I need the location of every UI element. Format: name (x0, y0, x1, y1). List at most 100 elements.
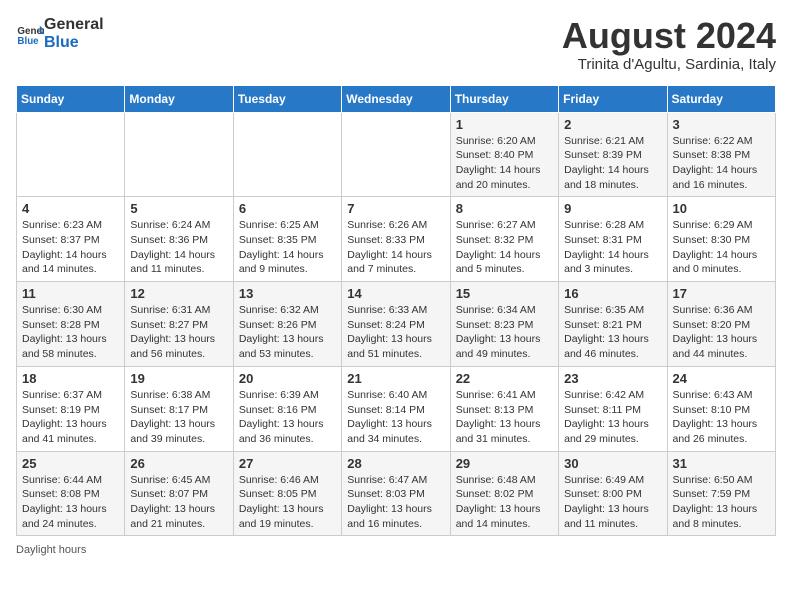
calendar-cell: 12 Sunrise: 6:31 AMSunset: 8:27 PMDayligh… (125, 282, 233, 367)
day-number: 5 (130, 201, 227, 216)
day-info: Sunrise: 6:32 AMSunset: 8:26 PMDaylight:… (239, 303, 336, 362)
day-number: 25 (22, 456, 119, 471)
calendar-cell: 8 Sunrise: 6:27 AMSunset: 8:32 PMDaylight… (450, 197, 558, 282)
calendar-week-row: 25 Sunrise: 6:44 AMSunset: 8:08 PMDayligh… (17, 451, 776, 536)
logo: General Blue General Blue (16, 16, 104, 51)
day-info: Sunrise: 6:33 AMSunset: 8:24 PMDaylight:… (347, 303, 444, 362)
calendar-cell: 24 Sunrise: 6:43 AMSunset: 8:10 PMDayligh… (667, 366, 775, 451)
calendar-subtitle: Trinita d'Agultu, Sardinia, Italy (562, 56, 776, 73)
calendar-cell: 26 Sunrise: 6:45 AMSunset: 8:07 PMDayligh… (125, 451, 233, 536)
calendar-cell (342, 112, 450, 197)
calendar-cell: 31 Sunrise: 6:50 AMSunset: 7:59 PMDayligh… (667, 451, 775, 536)
day-number: 10 (673, 201, 770, 216)
day-info: Sunrise: 6:21 AMSunset: 8:39 PMDaylight:… (564, 134, 661, 193)
calendar-cell: 21 Sunrise: 6:40 AMSunset: 8:14 PMDayligh… (342, 366, 450, 451)
day-info: Sunrise: 6:26 AMSunset: 8:33 PMDaylight:… (347, 218, 444, 277)
calendar-cell: 13Sunrise: 6:32 AMSunset: 8:26 PMDayligh… (233, 282, 341, 367)
day-info: Sunrise: 6:31 AMSunset: 8:27 PMDaylight:… (130, 303, 227, 362)
day-number: 23 (564, 371, 661, 386)
weekday-header-monday: Monday (125, 85, 233, 112)
daylight-label: Daylight hours (16, 544, 86, 556)
calendar-cell: 20Sunrise: 6:39 AMSunset: 8:16 PMDayligh… (233, 366, 341, 451)
calendar-week-row: 11 Sunrise: 6:30 AMSunset: 8:28 PMDayligh… (17, 282, 776, 367)
calendar-cell: 10 Sunrise: 6:29 AMSunset: 8:30 PMDayligh… (667, 197, 775, 282)
day-info: Sunrise: 6:50 AMSunset: 7:59 PMDaylight:… (673, 473, 770, 532)
day-number: 26 (130, 456, 227, 471)
day-info: Sunrise: 6:40 AMSunset: 8:14 PMDaylight:… (347, 388, 444, 447)
calendar-table: SundayMondayTuesdayWednesdayThursdayFrid… (16, 85, 776, 537)
day-info: Sunrise: 6:46 AMSunset: 8:05 PMDaylight:… (239, 473, 336, 532)
day-info: Sunrise: 6:20 AMSunset: 8:40 PMDaylight:… (456, 134, 553, 193)
day-info: Sunrise: 6:42 AMSunset: 8:11 PMDaylight:… (564, 388, 661, 447)
weekday-header-friday: Friday (559, 85, 667, 112)
day-number: 6 (239, 201, 336, 216)
svg-text:Blue: Blue (17, 35, 39, 46)
calendar-cell: 19Sunrise: 6:38 AMSunset: 8:17 PMDayligh… (125, 366, 233, 451)
day-info: Sunrise: 6:49 AMSunset: 8:00 PMDaylight:… (564, 473, 661, 532)
calendar-cell: 14 Sunrise: 6:33 AMSunset: 8:24 PMDayligh… (342, 282, 450, 367)
day-number: 29 (456, 456, 553, 471)
day-info: Sunrise: 6:34 AMSunset: 8:23 PMDaylight:… (456, 303, 553, 362)
day-number: 1 (456, 117, 553, 132)
calendar-cell: 7 Sunrise: 6:26 AMSunset: 8:33 PMDaylight… (342, 197, 450, 282)
day-info: Sunrise: 6:36 AMSunset: 8:20 PMDaylight:… (673, 303, 770, 362)
calendar-cell: 30 Sunrise: 6:49 AMSunset: 8:00 PMDayligh… (559, 451, 667, 536)
day-info: Sunrise: 6:43 AMSunset: 8:10 PMDaylight:… (673, 388, 770, 447)
weekday-header-row: SundayMondayTuesdayWednesdayThursdayFrid… (17, 85, 776, 112)
day-number: 17 (673, 286, 770, 301)
day-number: 22 (456, 371, 553, 386)
calendar-cell: 1 Sunrise: 6:20 AMSunset: 8:40 PMDaylight… (450, 112, 558, 197)
day-info: Sunrise: 6:45 AMSunset: 8:07 PMDaylight:… (130, 473, 227, 532)
day-info: Sunrise: 6:44 AMSunset: 8:08 PMDaylight:… (22, 473, 119, 532)
day-info: Sunrise: 6:27 AMSunset: 8:32 PMDaylight:… (456, 218, 553, 277)
calendar-cell: 27 Sunrise: 6:46 AMSunset: 8:05 PMDayligh… (233, 451, 341, 536)
day-number: 20 (239, 371, 336, 386)
day-info: Sunrise: 6:29 AMSunset: 8:30 PMDaylight:… (673, 218, 770, 277)
day-number: 7 (347, 201, 444, 216)
calendar-cell: 18Sunrise: 6:37 AMSunset: 8:19 PMDayligh… (17, 366, 125, 451)
calendar-week-row: 18Sunrise: 6:37 AMSunset: 8:19 PMDayligh… (17, 366, 776, 451)
day-number: 12 (130, 286, 227, 301)
day-info: Sunrise: 6:28 AMSunset: 8:31 PMDaylight:… (564, 218, 661, 277)
logo-line2: Blue (44, 34, 104, 52)
day-number: 2 (564, 117, 661, 132)
day-info: Sunrise: 6:47 AMSunset: 8:03 PMDaylight:… (347, 473, 444, 532)
day-number: 30 (564, 456, 661, 471)
day-info: Sunrise: 6:24 AMSunset: 8:36 PMDaylight:… (130, 218, 227, 277)
day-info: Sunrise: 6:48 AMSunset: 8:02 PMDaylight:… (456, 473, 553, 532)
day-number: 9 (564, 201, 661, 216)
day-number: 21 (347, 371, 444, 386)
day-number: 11 (22, 286, 119, 301)
calendar-cell: 23 Sunrise: 6:42 AMSunset: 8:11 PMDayligh… (559, 366, 667, 451)
calendar-cell: 6 Sunrise: 6:25 AMSunset: 8:35 PMDaylight… (233, 197, 341, 282)
header: General Blue General Blue August 2024 Tr… (16, 16, 776, 73)
weekday-header-tuesday: Tuesday (233, 85, 341, 112)
calendar-week-row: 1 Sunrise: 6:20 AMSunset: 8:40 PMDaylight… (17, 112, 776, 197)
calendar-cell: 11 Sunrise: 6:30 AMSunset: 8:28 PMDayligh… (17, 282, 125, 367)
day-number: 8 (456, 201, 553, 216)
day-number: 14 (347, 286, 444, 301)
weekday-header-thursday: Thursday (450, 85, 558, 112)
calendar-cell: 25 Sunrise: 6:44 AMSunset: 8:08 PMDayligh… (17, 451, 125, 536)
calendar-cell: 28 Sunrise: 6:47 AMSunset: 8:03 PMDayligh… (342, 451, 450, 536)
day-info: Sunrise: 6:23 AMSunset: 8:37 PMDaylight:… (22, 218, 119, 277)
calendar-title: August 2024 (562, 16, 776, 56)
weekday-header-wednesday: Wednesday (342, 85, 450, 112)
day-number: 24 (673, 371, 770, 386)
calendar-cell: 22Sunrise: 6:41 AMSunset: 8:13 PMDayligh… (450, 366, 558, 451)
day-info: Sunrise: 6:25 AMSunset: 8:35 PMDaylight:… (239, 218, 336, 277)
day-info: Sunrise: 6:30 AMSunset: 8:28 PMDaylight:… (22, 303, 119, 362)
day-number: 19 (130, 371, 227, 386)
calendar-cell: 17 Sunrise: 6:36 AMSunset: 8:20 PMDayligh… (667, 282, 775, 367)
logo-icon: General Blue (16, 20, 44, 48)
day-number: 31 (673, 456, 770, 471)
day-number: 27 (239, 456, 336, 471)
calendar-cell: 4Sunrise: 6:23 AMSunset: 8:37 PMDaylight… (17, 197, 125, 282)
title-block: August 2024 Trinita d'Agultu, Sardinia, … (562, 16, 776, 73)
calendar-cell: 9 Sunrise: 6:28 AMSunset: 8:31 PMDaylight… (559, 197, 667, 282)
logo-line1: General (44, 16, 104, 34)
day-number: 18 (22, 371, 119, 386)
day-number: 28 (347, 456, 444, 471)
calendar-cell (125, 112, 233, 197)
day-number: 3 (673, 117, 770, 132)
